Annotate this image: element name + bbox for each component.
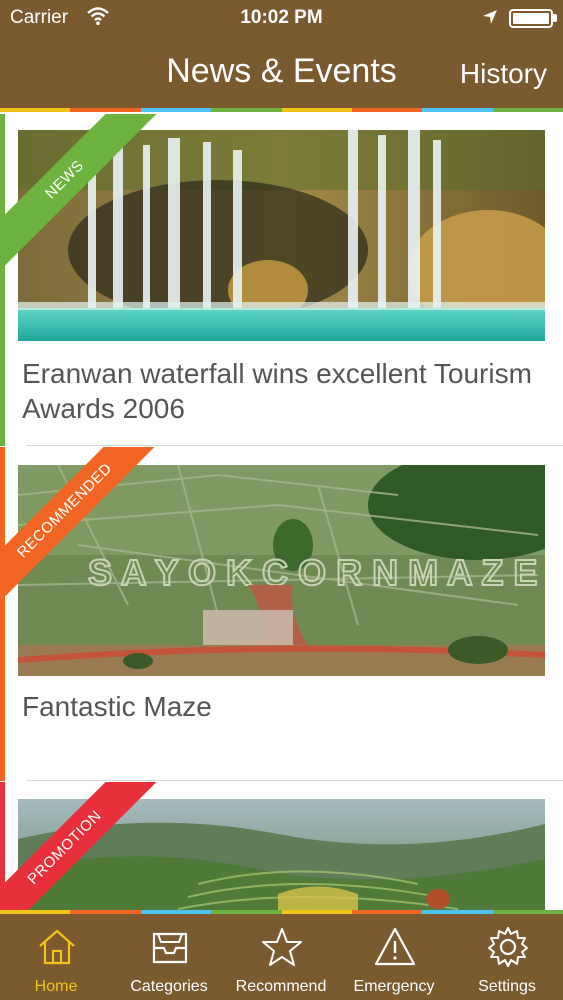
location-arrow-icon	[483, 10, 497, 24]
history-button[interactable]: History	[460, 58, 547, 90]
tab-recommend[interactable]: Recommend	[225, 914, 337, 1000]
home-icon	[39, 929, 75, 965]
list-item[interactable]: Eranwan waterfall wins excellent Tourism…	[0, 114, 563, 446]
tab-label: Home	[34, 978, 78, 995]
tab-label: Settings	[478, 978, 536, 995]
inbox-icon	[152, 932, 188, 964]
clock: 10:02 PM	[240, 7, 323, 28]
tab-home[interactable]: Home	[0, 914, 112, 1000]
tab-emergency[interactable]: Emergency	[338, 914, 450, 1000]
tab-categories[interactable]: Categories	[113, 914, 225, 1000]
star-icon	[262, 928, 302, 966]
gear-icon	[488, 927, 528, 967]
tab-label: Emergency	[353, 978, 435, 995]
status-bar: Carrier 10:02 PM	[0, 0, 563, 38]
news-list[interactable]: Eranwan waterfall wins excellent Tourism…	[0, 114, 563, 910]
news-title[interactable]: Eranwan waterfall wins excellent Tourism…	[22, 356, 542, 426]
news-tag: NEWS	[0, 114, 160, 274]
divider	[26, 780, 563, 781]
list-item[interactable]: PROMOTION	[0, 782, 563, 910]
header: Carrier 10:02 PM News & Events History	[0, 0, 563, 110]
header-color-stripe	[0, 108, 563, 112]
warning-icon	[374, 927, 416, 966]
tab-settings[interactable]: Settings	[451, 914, 563, 1000]
battery-tip	[553, 14, 557, 22]
promotion-tag: PROMOTION	[0, 782, 160, 910]
divider	[26, 445, 563, 446]
tab-label: Recommend	[235, 978, 327, 995]
recommended-tag: RECOMMENDED	[0, 447, 160, 607]
category-ribbon: RECOMMENDED	[0, 447, 160, 607]
news-title[interactable]: Fantastic Maze	[22, 689, 542, 724]
category-ribbon: PROMOTION	[0, 782, 160, 910]
tab-label: Categories	[130, 978, 208, 995]
category-ribbon: NEWS	[0, 114, 160, 274]
list-item[interactable]: S A Y O K C O R N M A Z E Fantastic Maze…	[0, 447, 563, 781]
battery-icon	[509, 9, 553, 28]
tab-bar: Home Categories Recommend Emergency Sett…	[0, 914, 563, 1000]
